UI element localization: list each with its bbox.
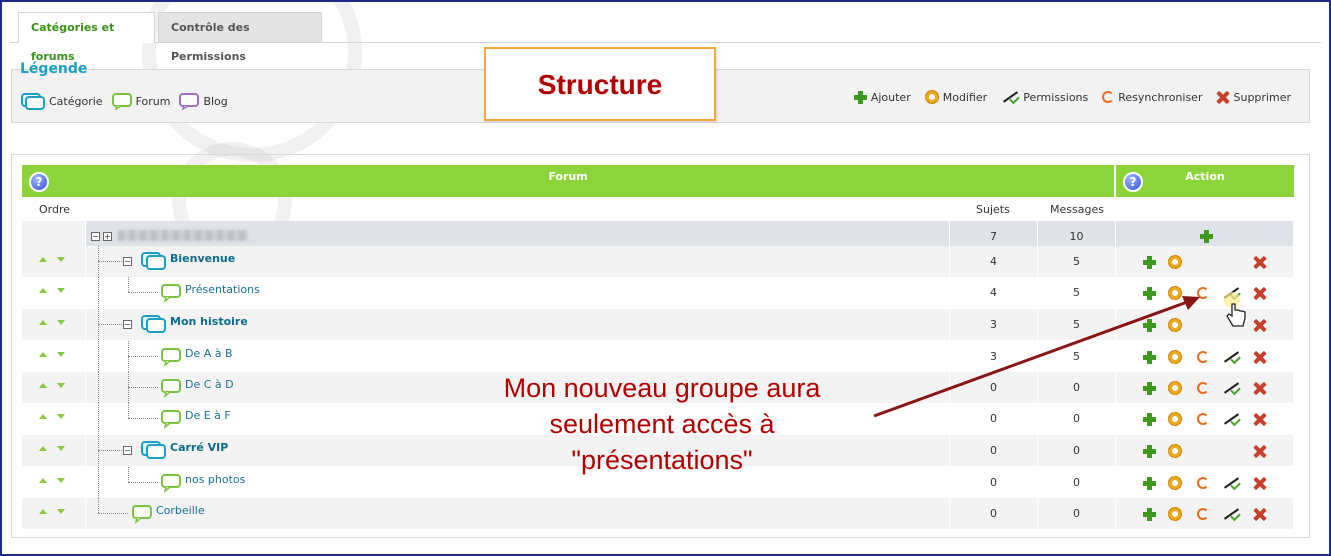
annotation-line-3: "présentations" <box>571 445 753 475</box>
hand-cursor-icon <box>1224 292 1246 327</box>
annotation-line-2: seulement accès à <box>549 409 775 439</box>
annotation-line-1: Mon nouveau groupe aura <box>503 373 821 403</box>
window-frame: Catégories et forums Contrôle des Permis… <box>0 0 1331 556</box>
annotation-text: Mon nouveau groupe aura seulement accès … <box>442 370 882 478</box>
tab-categories-forums[interactable]: Catégories et forums <box>18 12 155 63</box>
